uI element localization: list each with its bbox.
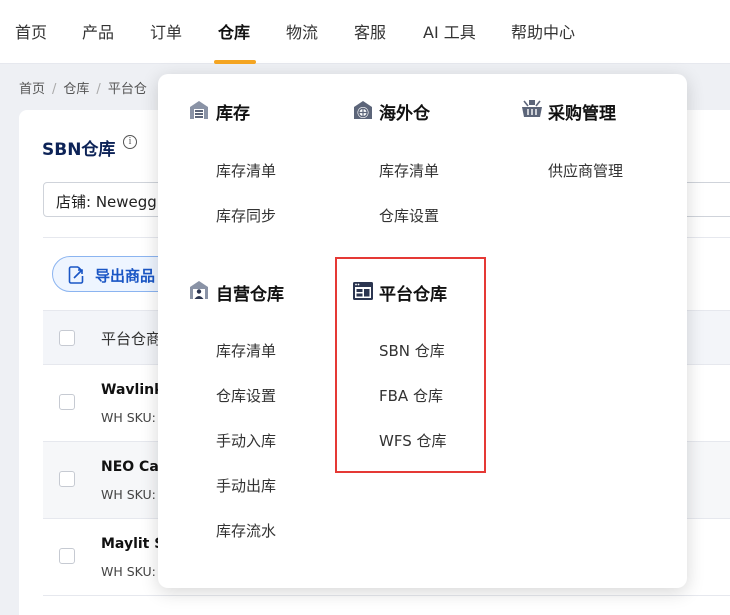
nav-help-center[interactable]: 帮助中心	[511, 19, 575, 43]
globe-warehouse-icon	[354, 101, 372, 119]
row-checkbox[interactable]	[59, 548, 75, 564]
product-sku: WH SKU:	[101, 564, 156, 579]
menu-item-inventory-list[interactable]: 库存清单	[216, 160, 276, 181]
group-title-inventory: 库存	[216, 104, 250, 124]
menu-item-inventory-sync[interactable]: 库存同步	[216, 205, 276, 226]
menu-item-inventory-flow[interactable]: 库存流水	[216, 520, 276, 541]
menu-item-manual-inbound[interactable]: 手动入库	[216, 430, 276, 451]
product-name[interactable]: Wavlink	[101, 382, 163, 398]
basket-icon	[522, 100, 542, 117]
menu-item-overseas-settings[interactable]: 仓库设置	[379, 205, 439, 226]
top-nav: 首页 产品 订单 仓库 物流 客服 AI 工具 帮助中心	[0, 0, 730, 64]
breadcrumb: 首页 / 仓库 / 平台仓	[19, 82, 147, 97]
nav-products[interactable]: 产品	[82, 19, 114, 43]
warehouse-icon	[190, 101, 208, 119]
product-sku: WH SKU:	[101, 487, 156, 502]
menu-item-manual-outbound[interactable]: 手动出库	[216, 475, 276, 496]
nav-ai-tools[interactable]: AI 工具	[423, 19, 476, 43]
nav-warehouse[interactable]: 仓库	[218, 19, 250, 43]
nav-logistics[interactable]: 物流	[286, 19, 318, 43]
highlight-box	[335, 257, 486, 473]
export-button-label: 导出商品	[95, 267, 156, 285]
nav-orders[interactable]: 订单	[150, 19, 182, 43]
menu-item-self-inventory-list[interactable]: 库存清单	[216, 340, 276, 361]
nav-customer-service[interactable]: 客服	[354, 19, 386, 43]
self-warehouse-icon	[190, 281, 208, 299]
breadcrumb-warehouse[interactable]: 仓库	[63, 82, 89, 97]
row-checkbox[interactable]	[59, 471, 75, 487]
product-sku: WH SKU:	[101, 410, 156, 425]
group-title-self-warehouse: 自营仓库	[216, 285, 284, 305]
row-checkbox[interactable]	[59, 394, 75, 410]
product-name[interactable]: NEO Car	[101, 459, 166, 475]
select-all-checkbox[interactable]	[59, 330, 75, 346]
menu-item-overseas-inventory-list[interactable]: 库存清单	[379, 160, 439, 181]
group-title-purchase: 采购管理	[548, 104, 616, 124]
nav-home[interactable]: 首页	[15, 19, 47, 43]
breadcrumb-platform: 平台仓	[107, 82, 147, 97]
info-icon[interactable]: i	[123, 135, 137, 149]
nav-active-underline	[214, 60, 256, 64]
group-title-overseas: 海外仓	[379, 104, 430, 124]
breadcrumb-home[interactable]: 首页	[19, 82, 45, 97]
page-title: SBN仓库	[42, 140, 116, 160]
menu-item-supplier-management[interactable]: 供应商管理	[548, 160, 623, 181]
export-icon	[68, 266, 84, 284]
menu-item-self-warehouse-settings[interactable]: 仓库设置	[216, 385, 276, 406]
column-header-platform: 平台仓商	[101, 330, 162, 348]
